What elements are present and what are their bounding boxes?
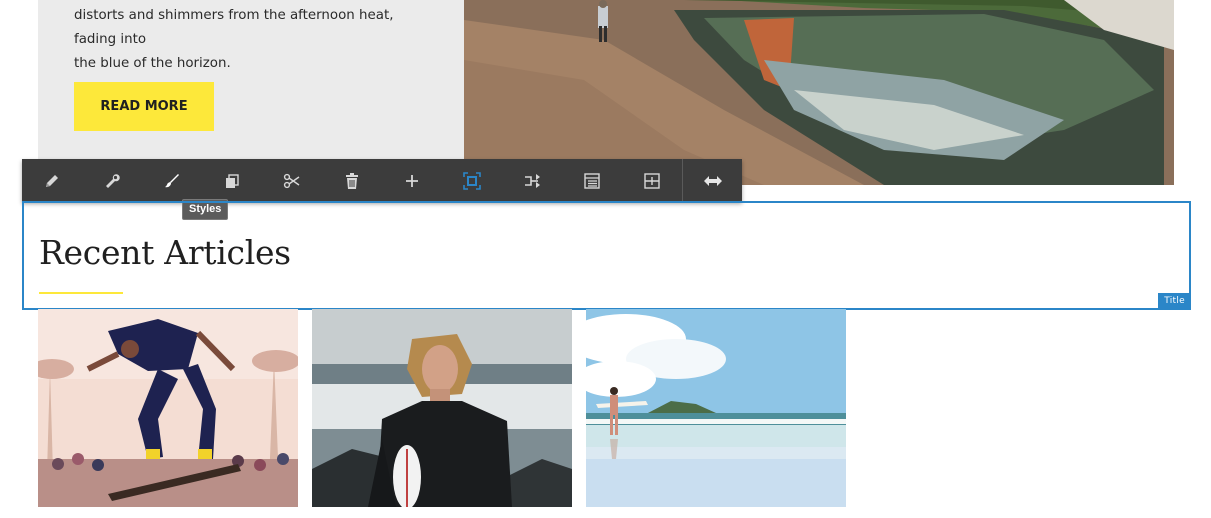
scissors-icon (283, 172, 301, 190)
section-title: Recent Articles (39, 233, 291, 272)
group-icon (523, 172, 541, 190)
copy-icon (223, 172, 241, 190)
layout-button[interactable] (562, 159, 622, 202)
insert-button[interactable] (382, 159, 442, 202)
layout-list-icon (583, 172, 601, 190)
delete-button[interactable] (322, 159, 382, 202)
teaser-card: distorts and shimmers from the afternoon… (38, 0, 464, 185)
layout-split-icon (643, 172, 661, 190)
teaser-text-line: the blue of the horizon. (74, 56, 231, 71)
teaser-text-line: distorts and shimmers from the afternoon… (74, 8, 394, 47)
horizontal-arrows-icon (703, 172, 723, 190)
styles-button[interactable] (142, 159, 202, 202)
article-card[interactable] (38, 309, 298, 507)
trash-icon (343, 172, 361, 190)
hero-image (464, 0, 1174, 185)
configure-button[interactable] (82, 159, 142, 202)
surfer-on-beach-photo (586, 309, 846, 507)
copy-button[interactable] (202, 159, 262, 202)
selected-title-component[interactable]: Recent Articles Title (22, 201, 1191, 310)
article-card[interactable] (312, 309, 572, 507)
component-type-label: Title (1158, 293, 1191, 310)
wrench-icon (103, 172, 121, 190)
read-more-button[interactable]: READ MORE (74, 82, 214, 131)
title-underline (39, 292, 123, 294)
article-card[interactable] (586, 309, 846, 507)
brush-icon (163, 172, 181, 190)
resize-button[interactable] (682, 159, 742, 202)
select-parent-button[interactable] (442, 159, 502, 202)
cut-button[interactable] (262, 159, 322, 202)
pencil-icon (43, 172, 61, 190)
select-frame-icon (463, 171, 481, 190)
plus-icon (403, 172, 421, 190)
edit-button[interactable] (22, 159, 82, 202)
surfer-in-wetsuit-photo (312, 309, 572, 507)
component-toolbar (22, 159, 742, 202)
skateboarder-jumping-photo (38, 309, 298, 507)
teaser-text: distorts and shimmers from the afternoon… (74, 4, 434, 76)
group-button[interactable] (502, 159, 562, 202)
columns-button[interactable] (622, 159, 682, 202)
